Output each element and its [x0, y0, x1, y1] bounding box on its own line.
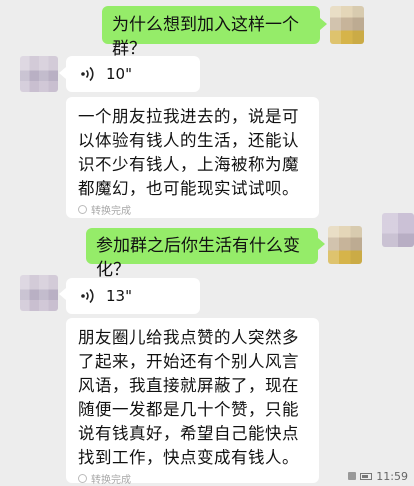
status-bar: 11:59: [344, 469, 414, 483]
avatar-contact-edge: [382, 213, 414, 247]
check-icon: [78, 474, 87, 483]
bubble-tail: [320, 18, 327, 30]
voice-duration: 13": [106, 287, 132, 305]
transcript-text: 一个朋友拉我进去的，说是可以体验有钱人的生活，还能认识不少有钱人，上海被称为魔都…: [78, 107, 299, 198]
convert-status: 转换完成: [78, 471, 319, 486]
check-icon: [78, 205, 87, 214]
voice-duration: 10": [106, 65, 132, 83]
battery-icon: [360, 472, 373, 480]
voice-message[interactable]: 10": [66, 56, 200, 92]
convert-status: 转换完成: [78, 202, 319, 217]
convert-label: 转换完成: [91, 206, 131, 217]
avatar-contact[interactable]: [20, 56, 58, 92]
avatar-contact[interactable]: [20, 275, 58, 311]
voice-transcript[interactable]: 一个朋友拉我进去的，说是可以体验有钱人的生活，还能认识不少有钱人，上海被称为魔都…: [66, 97, 319, 218]
message-bubble-outgoing[interactable]: 为什么想到加入这样一个群？: [102, 6, 320, 59]
convert-label: 转换完成: [91, 475, 131, 486]
bubble-tail: [59, 288, 66, 300]
status-time: 11:59: [376, 469, 408, 483]
message-text: 参加群之后你生活有什么变化？: [96, 236, 300, 280]
bubble-tail: [59, 67, 66, 79]
voice-transcript[interactable]: 朋友圈儿给我点赞的人突然多了起来，开始还有个别人风言风语，我直接就屏蔽了，现在随…: [66, 318, 319, 486]
transcript-text: 朋友圈儿给我点赞的人突然多了起来，开始还有个别人风言风语，我直接就屏蔽了，现在随…: [78, 328, 299, 467]
message-text: 为什么想到加入这样一个群？: [112, 15, 299, 59]
voice-message[interactable]: 13": [66, 278, 200, 314]
avatar-self[interactable]: [330, 6, 364, 44]
voice-wave-icon: [81, 288, 94, 304]
voice-wave-icon: [81, 66, 94, 82]
message-bubble-outgoing[interactable]: 参加群之后你生活有什么变化？: [86, 228, 318, 280]
bubble-tail: [318, 238, 325, 250]
signal-icon: [348, 472, 357, 480]
avatar-self[interactable]: [328, 226, 362, 264]
